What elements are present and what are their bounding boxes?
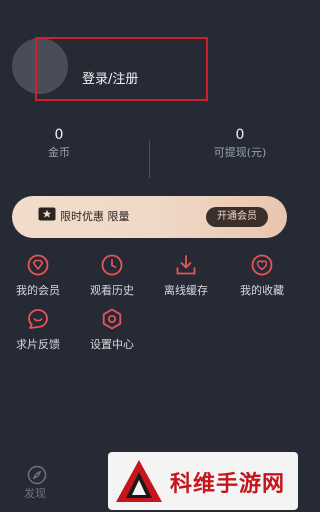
coins-stat[interactable]: 0 金币 <box>34 126 84 160</box>
menu-item-request-feedback[interactable]: 求片反馈 <box>8 308 68 352</box>
menu-item-my-favorites[interactable]: 我的收藏 <box>232 254 292 298</box>
mountain-logo-icon <box>116 460 162 502</box>
chat-icon <box>28 309 48 329</box>
compass-icon <box>27 465 47 485</box>
menu-label: 设置中心 <box>90 338 134 351</box>
download-icon <box>176 255 196 275</box>
nav-tab-discover-label: 发现 <box>24 487 46 500</box>
highlight-box <box>35 37 208 101</box>
menu-label: 离线缓存 <box>164 284 208 297</box>
cash-value: 0 <box>235 127 245 143</box>
gear-icon <box>102 308 122 330</box>
cash-label: 可提现(元) <box>213 146 267 159</box>
menu-label: 我的会员 <box>16 284 60 297</box>
stats-divider <box>149 140 150 178</box>
menu-item-watch-history[interactable]: 观看历史 <box>82 254 142 298</box>
watermark-text: 科维手游网 <box>170 472 286 497</box>
coins-label: 金币 <box>48 146 70 159</box>
coins-value: 0 <box>54 127 64 143</box>
menu-item-my-membership[interactable]: 我的会员 <box>8 254 68 298</box>
menu-label: 求片反馈 <box>16 338 60 351</box>
menu-item-offline-cache[interactable]: 离线缓存 <box>156 254 216 298</box>
watermark-logo: 科维手游网 <box>108 452 298 510</box>
ticket-star-icon <box>38 207 56 221</box>
diamond-icon <box>27 254 49 276</box>
vip-promo-text: 限时优惠 限量 <box>60 210 130 223</box>
menu-label: 我的收藏 <box>240 284 284 297</box>
vip-banner[interactable]: 限时优惠 限量 开通会员 <box>12 196 287 238</box>
menu-label: 观看历史 <box>90 284 134 297</box>
menu-item-settings[interactable]: 设置中心 <box>82 308 142 352</box>
cash-stat[interactable]: 0 可提现(元) <box>200 126 280 160</box>
clock-icon <box>101 254 123 276</box>
heart-icon <box>251 254 273 276</box>
open-vip-button[interactable]: 开通会员 <box>206 207 268 227</box>
